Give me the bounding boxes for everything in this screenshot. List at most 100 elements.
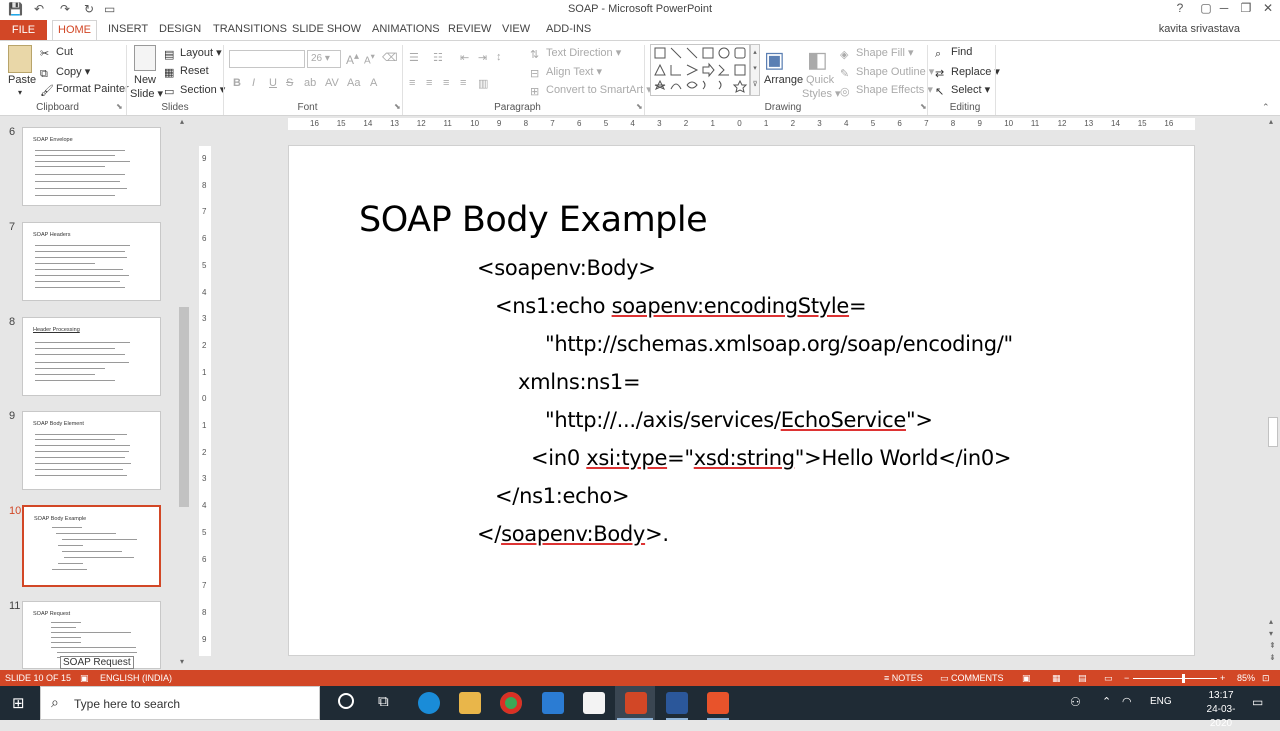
task-view-icon[interactable]: ⧉ <box>378 693 389 710</box>
store-icon[interactable] <box>583 692 605 714</box>
user-name[interactable]: kavita srivastava <box>1159 23 1240 35</box>
bullets-icon[interactable]: ☰ <box>409 51 419 64</box>
quick-styles-icon[interactable]: ◧ <box>807 47 828 73</box>
thumbnail-slide-7[interactable]: SOAP Headers <box>22 222 161 301</box>
slide-scrollbar[interactable]: ▴ ▴ ▾ ⇞ ⇟ <box>1266 117 1280 671</box>
tab-file[interactable]: FILE <box>0 20 47 40</box>
close-button[interactable]: ✕ <box>1257 1 1279 18</box>
slide-sorter-icon[interactable]: ▦ <box>1052 673 1061 684</box>
code-line-3[interactable]: "http://schemas.xmlsoap.org/soap/encodin… <box>545 332 1013 356</box>
wifi-icon[interactable]: ◠ <box>1122 695 1132 708</box>
align-center-icon[interactable]: ≡ <box>426 77 432 89</box>
zoom-in-button[interactable]: + <box>1220 673 1225 683</box>
tab-animations[interactable]: ANIMATIONS <box>372 23 440 35</box>
clipboard-launcher-icon[interactable]: ⬊ <box>116 102 123 111</box>
code-line-2[interactable]: <ns1:echo soapenv:encodingStyle= <box>495 294 867 318</box>
shapes-gallery-scroll[interactable]: ▴ ▾ ⊽ <box>750 44 760 96</box>
mail-icon[interactable] <box>542 692 564 714</box>
clear-format-icon[interactable]: ⌫ <box>382 51 398 64</box>
windows-start-icon[interactable]: ⊞ <box>12 694 25 712</box>
input-language[interactable]: ENG <box>1150 696 1172 707</box>
scroll-up-icon[interactable]: ▴ <box>1269 617 1273 626</box>
scroll-thumb[interactable] <box>179 307 189 507</box>
font-color-icon[interactable]: A <box>370 77 377 89</box>
code-line-6[interactable]: <in0 xsi:type="xsd:string">Hello World</… <box>531 446 1012 470</box>
quick-styles-button[interactable]: Quick <box>806 74 834 86</box>
minimize-button[interactable]: ─ <box>1213 1 1235 18</box>
spacing-icon[interactable]: AV <box>325 77 339 89</box>
slideshow-view-icon[interactable]: ▭ <box>1104 673 1113 684</box>
change-case-icon[interactable]: Aa <box>347 77 360 89</box>
screen-recorder-icon[interactable] <box>707 692 729 714</box>
new-slide-button[interactable]: New <box>134 74 156 86</box>
spellcheck-icon[interactable]: ▣ <box>80 673 89 684</box>
drawing-launcher-icon[interactable]: ⬊ <box>920 102 927 111</box>
new-slide-icon[interactable] <box>134 45 156 71</box>
font-name-combo[interactable] <box>229 50 305 68</box>
code-line-7[interactable]: </ns1:echo> <box>495 484 630 508</box>
thumbnail-slide-10[interactable]: SOAP Body Example <box>22 505 161 587</box>
help-button[interactable]: ? <box>1169 1 1191 18</box>
align-left-icon[interactable]: ≡ <box>409 77 415 89</box>
code-line-1[interactable]: <soapenv:Body> <box>477 256 656 280</box>
reading-view-icon[interactable]: ▤ <box>1078 673 1087 684</box>
code-line-4[interactable]: xmlns:ns1= <box>518 370 641 394</box>
arrange-icon[interactable]: ▣ <box>764 47 785 73</box>
code-line-8[interactable]: </soapenv:Body>. <box>477 522 669 546</box>
zoom-slider-thumb[interactable] <box>1181 674 1185 683</box>
file-explorer-icon[interactable] <box>459 692 481 714</box>
zoom-level[interactable]: 85% <box>1237 673 1255 683</box>
replace-button[interactable]: ⇄ Replace ▾ <box>935 65 1000 80</box>
increase-font-icon[interactable]: A▴ <box>346 51 359 67</box>
code-line-5[interactable]: "http://.../axis/services/EchoService"> <box>545 408 933 432</box>
line-spacing-icon[interactable]: ↕ <box>496 51 502 63</box>
slide-counter[interactable]: SLIDE 10 OF 15 <box>5 673 71 683</box>
slide-canvas[interactable]: SOAP Body Example <soapenv:Body> <ns1:ec… <box>288 145 1195 656</box>
scroll-down-icon[interactable]: ▾ <box>180 657 184 666</box>
char-spacing-icon[interactable]: ab <box>304 77 316 89</box>
tab-transitions[interactable]: TRANSITIONS <box>213 23 287 35</box>
layout-button[interactable]: ▤ Layout ▾ <box>164 46 222 61</box>
comments-button[interactable]: ▭ COMMENTS <box>940 673 1004 684</box>
align-text-button[interactable]: ⊟ Align Text ▾ <box>530 65 602 80</box>
increase-indent-icon[interactable]: ⇥ <box>478 51 487 64</box>
tab-design[interactable]: DESIGN <box>159 23 201 35</box>
language-indicator[interactable]: ENGLISH (INDIA) <box>100 673 172 683</box>
align-right-icon[interactable]: ≡ <box>443 77 449 89</box>
collapse-ribbon-icon[interactable]: ⌃ <box>1262 102 1270 113</box>
chrome-icon[interactable] <box>500 692 522 714</box>
convert-smartart-button[interactable]: ⊞ Convert to SmartArt ▾ <box>530 83 652 98</box>
strikethrough-button[interactable]: S <box>286 77 293 89</box>
shape-effects-button[interactable]: ◎ Shape Effects ▾ <box>840 83 933 98</box>
notes-button[interactable]: ≡ NOTES <box>884 673 923 683</box>
quick-styles-label[interactable]: Styles ▾ <box>802 87 841 100</box>
new-slide-label[interactable]: Slide ▾ <box>130 87 163 100</box>
shape-fill-button[interactable]: ◈ Shape Fill ▾ <box>840 46 914 61</box>
cut-button[interactable]: ✂ Cut <box>40 46 73 60</box>
columns-icon[interactable]: ▥ <box>478 77 488 90</box>
scroll-up-icon[interactable]: ▴ <box>1269 117 1273 126</box>
shape-outline-button[interactable]: ✎ Shape Outline ▾ <box>840 65 934 80</box>
text-direction-button[interactable]: ⇅ Text Direction ▾ <box>530 46 621 61</box>
select-button[interactable]: ↖ Select ▾ <box>935 83 990 98</box>
shapes-gallery[interactable] <box>650 44 750 96</box>
copy-button[interactable]: ⧉ Copy ▾ <box>40 65 90 80</box>
thumbnail-scrollbar[interactable]: ▴ ▾ <box>178 117 190 669</box>
people-icon[interactable]: ⚇ <box>1070 695 1081 709</box>
decrease-indent-icon[interactable]: ⇤ <box>460 51 469 64</box>
section-button[interactable]: ▭ Section ▾ <box>164 83 225 98</box>
fit-slide-icon[interactable]: ⊡ <box>1262 673 1270 684</box>
underline-button[interactable]: U <box>269 77 277 89</box>
scroll-up-icon[interactable]: ▴ <box>180 117 184 126</box>
numbering-icon[interactable]: ☷ <box>433 51 443 64</box>
scroll-thumb[interactable] <box>1268 417 1278 447</box>
tab-slide-show[interactable]: SLIDE SHOW <box>292 23 361 35</box>
tab-insert[interactable]: INSERT <box>108 23 148 35</box>
paste-button[interactable]: Paste <box>8 74 36 86</box>
show-hidden-icons[interactable]: ⌃ <box>1102 695 1111 708</box>
find-button[interactable]: ⌕ Find <box>935 46 972 60</box>
tab-home[interactable]: HOME <box>52 20 97 41</box>
font-launcher-icon[interactable]: ⬊ <box>394 102 401 111</box>
previous-slide-icon[interactable]: ⇞ <box>1269 641 1276 650</box>
notifications-icon[interactable]: ▭ <box>1252 695 1263 709</box>
